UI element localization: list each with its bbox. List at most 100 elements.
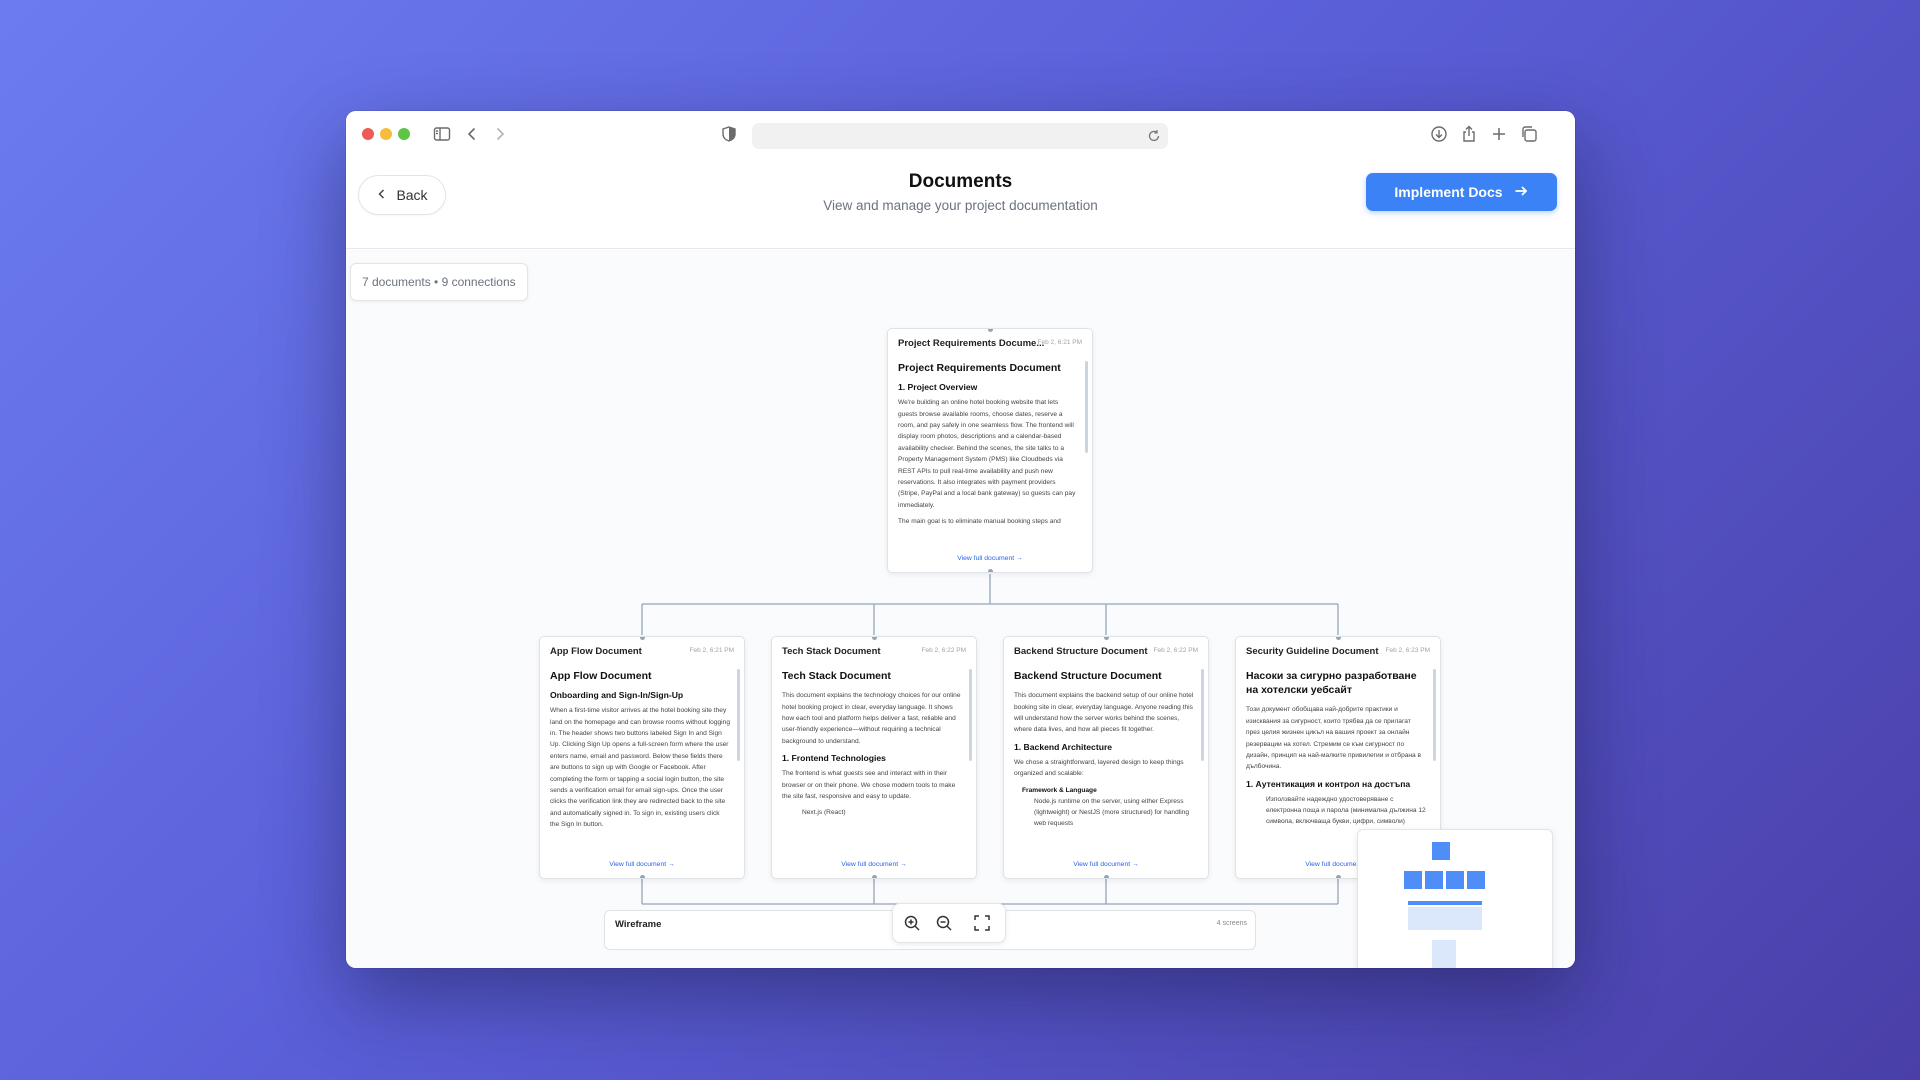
preview-list: Използвайте надеждно удостоверяване с ел… (1246, 794, 1426, 828)
card-scrollbar[interactable] (1433, 669, 1436, 761)
view-full-document-link[interactable]: View full document → (888, 555, 1092, 562)
card-header: App Flow Document Feb 2, 6:21 PM (550, 646, 734, 658)
connection-handle[interactable] (988, 329, 993, 332)
minimap-node (1432, 940, 1456, 968)
preview-section: 1. Backend Architecture (1014, 741, 1113, 752)
minimap-node (1432, 842, 1450, 860)
wireframe-screen-count: 4 screens (1216, 920, 1247, 927)
card-preview: App Flow Document Onboarding and Sign-In… (550, 669, 730, 856)
card-scrollbar[interactable] (1201, 669, 1204, 761)
minimap-node (1425, 871, 1443, 889)
preview-section: 1. Аутентикация и контрол на достъпа (1246, 778, 1411, 789)
fullscreen-icon[interactable] (973, 914, 993, 934)
minimap-node (1408, 901, 1482, 905)
card-scrollbar[interactable] (969, 669, 972, 761)
connection-handle[interactable] (988, 569, 993, 572)
preview-list: Next.js (React) (782, 807, 962, 818)
card-date: Feb 2, 6:23 PM (1385, 647, 1430, 654)
connection-handle[interactable] (1104, 875, 1109, 878)
preview-fade (1004, 834, 1208, 860)
zoom-in-icon[interactable] (903, 914, 923, 934)
card-date: Feb 2, 6:21 PM (689, 647, 734, 654)
card-date: Feb 2, 6:22 PM (1153, 647, 1198, 654)
view-full-document-link[interactable]: View full document → (772, 861, 976, 868)
arrow-right-icon (1513, 183, 1529, 202)
preview-list-item: Node.js runtime on the server, using eit… (1034, 797, 1190, 828)
card-scrollbar[interactable] (737, 669, 740, 761)
maximize-window-button[interactable] (398, 128, 410, 140)
preview-fade (540, 834, 744, 860)
browser-window: Back Documents View and manage your proj… (346, 111, 1575, 968)
document-card-backend-structure[interactable]: Backend Structure Document Feb 2, 6:22 P… (1003, 636, 1209, 879)
card-title: App Flow Document (550, 646, 642, 657)
sidebar-toggle-icon[interactable] (432, 124, 452, 144)
document-card-project-requirements[interactable]: Project Requirements Docume... Feb 2, 6:… (887, 328, 1093, 573)
card-title: Tech Stack Document (782, 646, 881, 657)
card-preview: Насоки за сигурно разработване на хотелс… (1246, 669, 1426, 856)
preview-paragraph: This document explains the backend setup… (1014, 692, 1194, 734)
card-header: Backend Structure Document Feb 2, 6:22 P… (1014, 646, 1198, 658)
document-graph-canvas[interactable]: 7 documents • 9 connections Project Requ… (346, 250, 1575, 968)
zoom-controls (892, 903, 1006, 943)
zoom-out-icon[interactable] (935, 914, 955, 934)
preview-fade (772, 834, 976, 860)
preview-paragraph: The frontend is what guests see and inte… (782, 770, 956, 801)
minimap-node (1404, 871, 1422, 889)
card-header: Tech Stack Document Feb 2, 6:22 PM (782, 646, 966, 658)
card-date: Feb 2, 6:22 PM (921, 647, 966, 654)
privacy-shield-icon[interactable] (719, 124, 739, 144)
preview-paragraph: When a first-time visitor arrives at the… (550, 707, 730, 829)
preview-list-item: Използвайте надеждно удостоверяване с ел… (1266, 795, 1426, 826)
connection-handle[interactable] (1104, 637, 1109, 640)
preview-heading: Tech Stack Document (782, 670, 891, 682)
card-preview: Backend Structure Document This document… (1014, 669, 1194, 856)
connection-handle[interactable] (1336, 875, 1341, 878)
preview-fade (888, 528, 1092, 554)
download-icon[interactable] (1429, 124, 1449, 144)
card-date: Feb 2, 6:21 PM (1037, 339, 1082, 346)
preview-heading: Насоки за сигурно разработване на хотелс… (1246, 670, 1417, 697)
back-arrow-icon[interactable] (462, 124, 482, 144)
connection-handle[interactable] (640, 875, 645, 878)
connection-handle[interactable] (1336, 637, 1341, 640)
minimap-node (1467, 871, 1485, 889)
share-icon[interactable] (1459, 124, 1479, 144)
view-full-document-link[interactable]: View full document → (1004, 861, 1208, 868)
card-title: Backend Structure Document (1014, 646, 1148, 657)
preview-heading: Backend Structure Document (1014, 670, 1162, 682)
connection-handle[interactable] (872, 637, 877, 640)
card-preview: Tech Stack Document This document explai… (782, 669, 962, 856)
card-title: Project Requirements Docume... (898, 338, 1045, 349)
card-preview: Project Requirements Document 1. Project… (898, 361, 1078, 550)
connection-handle[interactable] (640, 637, 645, 640)
minimize-window-button[interactable] (380, 128, 392, 140)
forward-arrow-icon[interactable] (490, 124, 510, 144)
browser-toolbar (346, 111, 1575, 157)
card-header: Security Guideline Document Feb 2, 6:23 … (1246, 646, 1430, 658)
close-window-button[interactable] (362, 128, 374, 140)
document-card-app-flow[interactable]: App Flow Document Feb 2, 6:21 PM App Flo… (539, 636, 745, 879)
preview-paragraph: This document explains the technology ch… (782, 692, 961, 745)
preview-paragraph: We're building an online hotel booking w… (898, 399, 1076, 509)
preview-section: 1. Frontend Technologies (782, 753, 886, 764)
view-full-document-link[interactable]: View full document → (540, 861, 744, 868)
page-header: Back Documents View and manage your proj… (346, 157, 1575, 249)
address-bar[interactable] (752, 123, 1168, 149)
card-header: Project Requirements Docume... Feb 2, 6:… (898, 338, 1082, 350)
minimap-viewport[interactable] (1408, 907, 1482, 930)
connection-handle[interactable] (872, 875, 877, 878)
implement-docs-label: Implement Docs (1394, 184, 1503, 200)
reload-icon[interactable] (1146, 128, 1162, 144)
implement-docs-button[interactable]: Implement Docs (1366, 173, 1557, 211)
card-scrollbar[interactable] (1085, 361, 1088, 453)
preview-section: Onboarding and Sign-In/Sign-Up (550, 690, 684, 701)
minimap[interactable] (1357, 829, 1553, 968)
document-card-tech-stack[interactable]: Tech Stack Document Feb 2, 6:22 PM Tech … (771, 636, 977, 879)
preview-heading: App Flow Document (550, 670, 652, 682)
new-tab-icon[interactable] (1489, 124, 1509, 144)
tab-overview-icon[interactable] (1519, 124, 1539, 144)
card-title: Security Guideline Document (1246, 646, 1379, 657)
preview-heading: Project Requirements Document (898, 362, 1061, 374)
preview-paragraph: Този документ обобщава най-добрите практ… (1246, 706, 1422, 771)
preview-list: Framework & Language Node.js runtime on … (1014, 785, 1194, 830)
